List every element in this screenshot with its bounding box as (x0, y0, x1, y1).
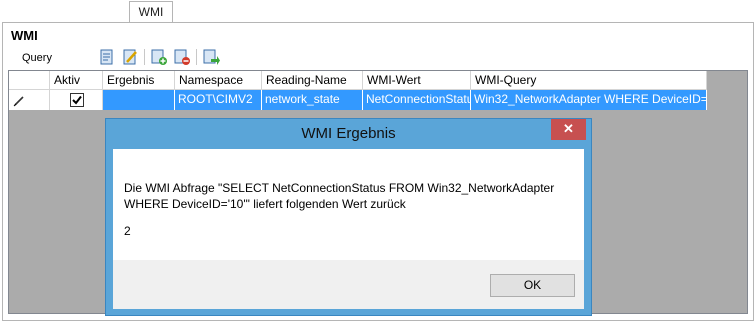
row-header-corner (9, 71, 50, 90)
edit-query-icon[interactable] (121, 48, 139, 66)
grid-header-row: Aktiv Ergebnis Namespace Reading-Name WM… (9, 71, 707, 90)
dialog-title: WMI Ergebnis (301, 125, 396, 142)
dialog-result-value: 2 (124, 224, 131, 238)
aktiv-cell[interactable] (50, 90, 103, 110)
dialog-footer: OK (113, 260, 584, 309)
namespace-cell[interactable]: ROOT\CIMV2 (175, 90, 262, 110)
column-header-namespace[interactable]: Namespace (175, 71, 262, 90)
close-icon: ✕ (563, 121, 574, 136)
column-header-aktiv[interactable]: Aktiv (50, 71, 103, 90)
export-icon[interactable] (202, 48, 220, 66)
wmi-query-cell[interactable]: Win32_NetworkAdapter WHERE DeviceID='10' (471, 90, 707, 110)
tab-wmi[interactable]: WMI (129, 1, 173, 23)
column-header-wmi-query[interactable]: WMI-Query (471, 71, 707, 90)
column-header-reading-name[interactable]: Reading-Name (262, 71, 363, 90)
toolbar-separator (144, 49, 145, 65)
add-row-icon[interactable] (150, 48, 168, 66)
column-header-ergebnis[interactable]: Ergebnis (103, 71, 175, 90)
table-row[interactable]: ROOT\CIMV2 network_state NetConnectionSt… (9, 90, 707, 110)
aktiv-checkbox[interactable] (70, 93, 84, 107)
row-header[interactable] (9, 90, 50, 110)
close-button[interactable]: ✕ (551, 119, 586, 140)
query-label: Query (22, 52, 52, 64)
wmi-wert-cell[interactable]: NetConnectionStatus (363, 90, 471, 110)
panel-title: WMI (11, 28, 38, 43)
dialog-body: Die WMI Abfrage "SELECT NetConnectionSta… (113, 149, 584, 309)
reading-name-cell[interactable]: network_state (262, 90, 363, 110)
toolbar-separator (196, 49, 197, 65)
ergebnis-cell[interactable] (103, 90, 175, 110)
dialog-message: Die WMI Abfrage "SELECT NetConnectionSta… (124, 181, 555, 211)
delete-row-icon[interactable] (173, 48, 191, 66)
ok-button[interactable]: OK (490, 274, 575, 297)
column-header-wmi-wert[interactable]: WMI-Wert (363, 71, 471, 90)
wmi-result-dialog: WMI Ergebnis ✕ Die WMI Abfrage "SELECT N… (105, 118, 592, 316)
open-query-icon[interactable] (98, 48, 116, 66)
edit-row-icon (13, 96, 24, 107)
